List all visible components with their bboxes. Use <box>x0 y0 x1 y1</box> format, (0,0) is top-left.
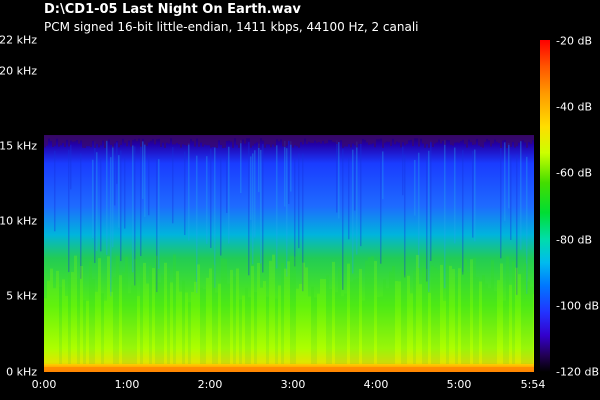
spectrogram-image <box>44 40 534 372</box>
spectrogram-plot[interactable] <box>44 40 534 372</box>
time-label-0: 0:00 <box>31 378 57 391</box>
time-label-3: 3:00 <box>280 378 306 391</box>
freq-label-15: 15 kHz <box>0 139 37 153</box>
freq-label-20: 20 kHz <box>0 64 37 78</box>
freq-label-22: 22 kHz <box>0 33 37 47</box>
time-label-4: 4:00 <box>363 378 389 391</box>
freq-label-10: 10 kHz <box>0 214 37 228</box>
freq-label-0: 0 kHz <box>6 365 37 379</box>
colorbar-label-60: -60 dB <box>556 166 592 180</box>
time-label-2: 2:00 <box>197 378 223 391</box>
colorbar-label-80: -80 dB <box>556 233 592 247</box>
time-label-end: 5:54 <box>520 378 546 391</box>
colorbar-label-120: -120 dB <box>556 365 599 379</box>
time-label-1: 1:00 <box>114 378 140 391</box>
colorbar-label-20: -20 dB <box>556 34 592 48</box>
freq-label-5: 5 kHz <box>6 289 37 303</box>
colorbar <box>540 40 550 372</box>
file-title: D:\CD1-05 Last Night On Earth.wav <box>44 2 301 17</box>
format-info: PCM signed 16-bit little-endian, 1411 kb… <box>44 20 419 34</box>
time-label-5: 5:00 <box>446 378 472 391</box>
colorbar-label-40: -40 dB <box>556 100 592 114</box>
colorbar-label-100: -100 dB <box>556 299 599 313</box>
